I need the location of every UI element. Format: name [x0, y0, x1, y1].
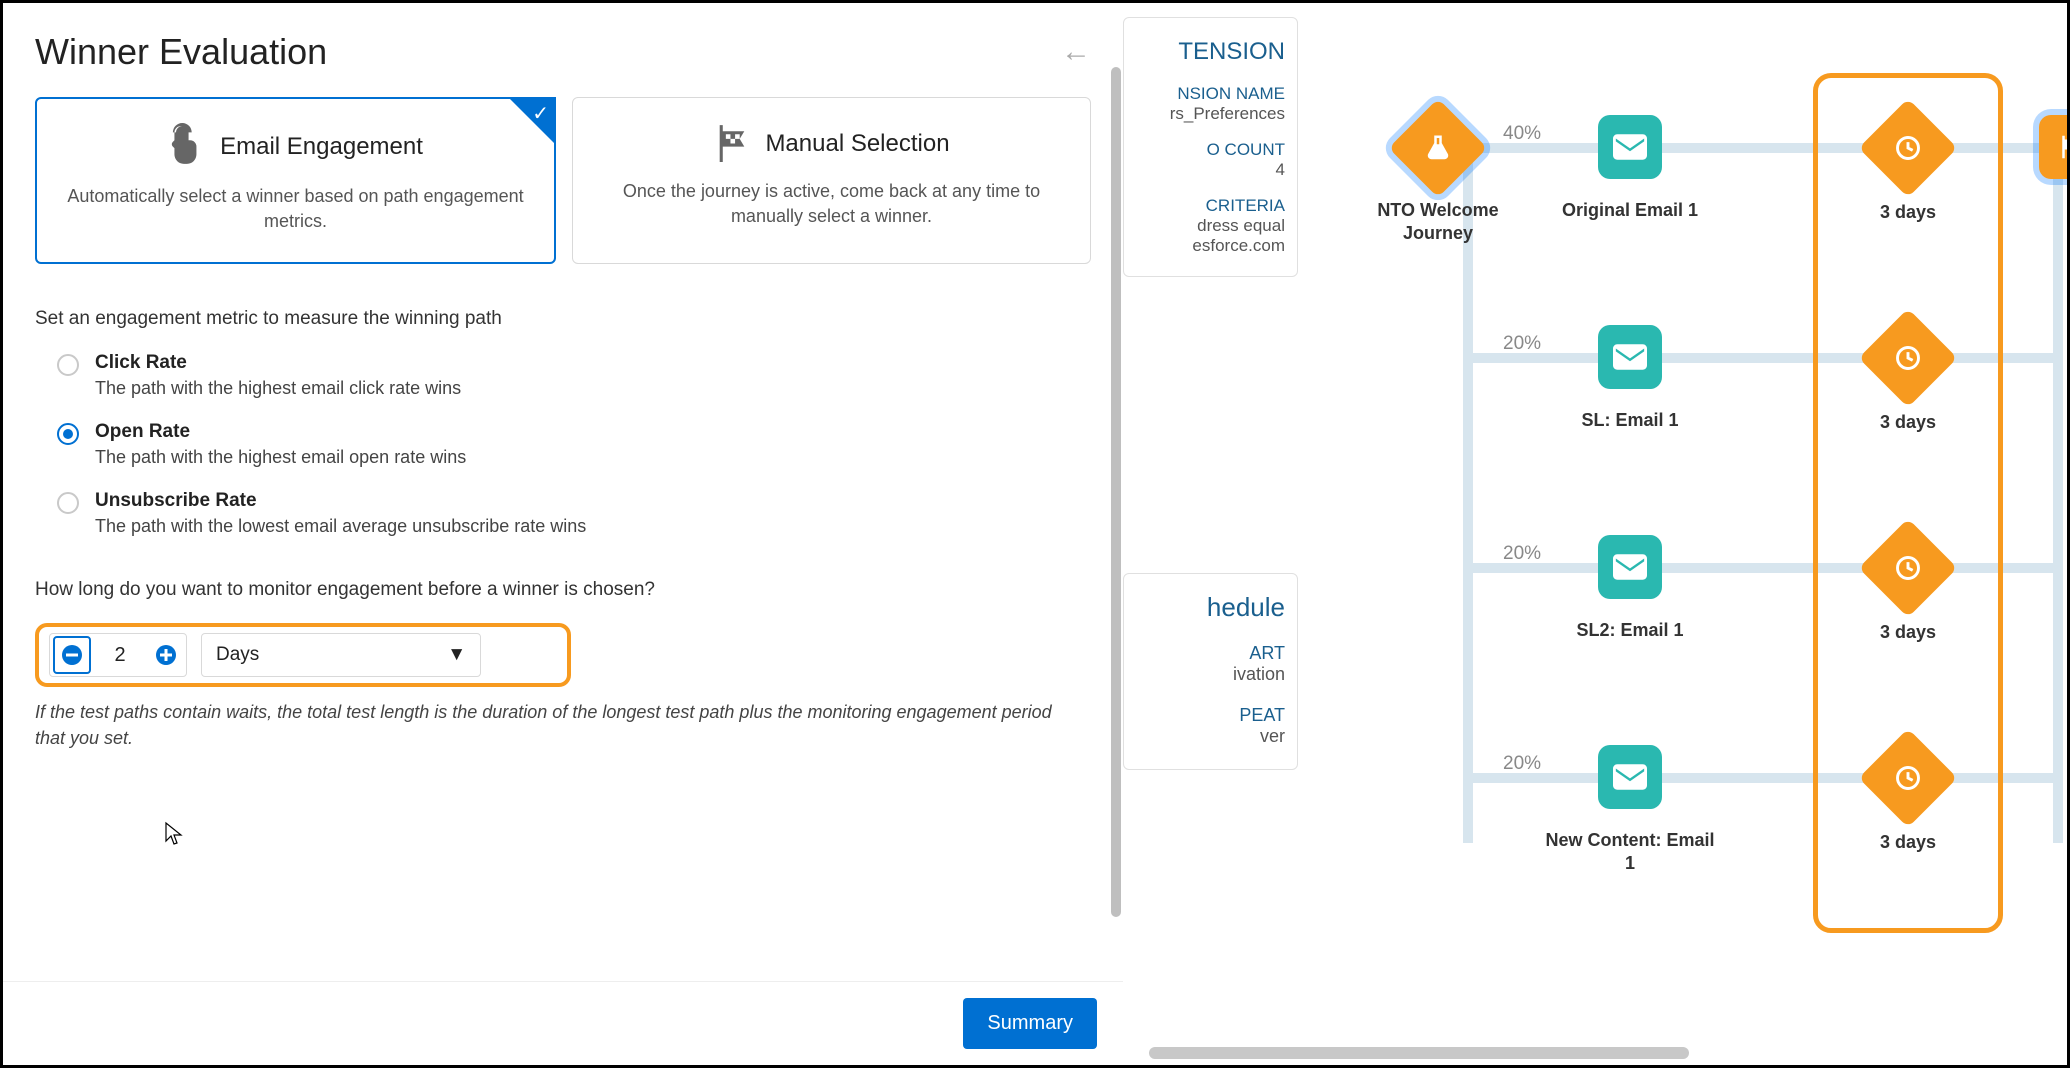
beaker-icon: [1423, 133, 1453, 163]
radio-desc: The path with the highest email click ra…: [95, 378, 461, 399]
duration-note: If the test paths contain waits, the tot…: [35, 699, 1075, 751]
clock-icon: [1894, 344, 1922, 372]
radio-icon: [57, 423, 79, 445]
option-desc: Once the journey is active, come back at…: [597, 179, 1066, 229]
journey-canvas[interactable]: TENSION NSION NAME rs_Preferences O COUN…: [1123, 3, 2067, 1065]
email-node[interactable]: [1598, 325, 1662, 389]
radio-icon: [57, 492, 79, 514]
node-label: 3 days: [1818, 621, 1998, 644]
clock-icon: [1894, 764, 1922, 792]
duration-stepper[interactable]: 2: [49, 633, 187, 677]
radio-open-rate[interactable]: Open Rate The path with the highest emai…: [57, 421, 1091, 468]
duration-section-label: How long do you want to monitor engageme…: [35, 579, 1091, 601]
tap-icon: [168, 123, 206, 170]
schedule-panel: hedule ART ivation PEAT ver: [1123, 573, 1298, 770]
increment-button[interactable]: [146, 634, 186, 676]
node-label: New Content: Email 1: [1540, 829, 1720, 874]
email-node[interactable]: [1598, 745, 1662, 809]
radio-desc: The path with the highest email open rat…: [95, 447, 466, 468]
panel-title: Winner Evaluation: [35, 31, 327, 73]
flag-icon: [713, 122, 751, 165]
node-label: 3 days: [1818, 831, 1998, 854]
option-title: Manual Selection: [765, 130, 949, 158]
radio-title: Unsubscribe Rate: [95, 490, 586, 512]
duration-controls-highlight: 2 Days ▼: [35, 623, 571, 687]
email-node[interactable]: [1598, 535, 1662, 599]
radio-title: Open Rate: [95, 421, 466, 443]
option-email-engagement[interactable]: ✓ Email Engagement Automatically select …: [35, 97, 556, 264]
duration-unit-select[interactable]: Days ▼: [201, 633, 481, 677]
node-label: NTO Welcome Journey: [1348, 199, 1528, 244]
node-label: 3 days: [1818, 411, 1998, 434]
decrement-button[interactable]: [53, 636, 91, 674]
option-manual-selection[interactable]: Manual Selection Once the journey is act…: [572, 97, 1091, 264]
duration-value: 2: [94, 644, 146, 667]
path-percent: 20%: [1503, 753, 1541, 775]
radio-click-rate[interactable]: Click Rate The path with the highest ema…: [57, 352, 1091, 399]
radio-icon: [57, 354, 79, 376]
metric-section-label: Set an engagement metric to measure the …: [35, 308, 1091, 330]
chevron-down-icon: ▼: [447, 644, 466, 666]
cursor-icon: [163, 821, 185, 853]
back-arrow-icon[interactable]: ←: [1061, 35, 1091, 69]
path-percent: 40%: [1503, 123, 1541, 145]
email-node[interactable]: [1598, 115, 1662, 179]
vertical-scrollbar[interactable]: [1111, 67, 1121, 917]
clock-icon: [1894, 554, 1922, 582]
option-title: Email Engagement: [220, 133, 423, 161]
select-value: Days: [216, 644, 259, 666]
data-extension-panel: TENSION NSION NAME rs_Preferences O COUN…: [1123, 17, 1298, 277]
goal-node[interactable]: [2039, 115, 2067, 179]
radio-desc: The path with the lowest email average u…: [95, 516, 586, 537]
option-desc: Automatically select a winner based on p…: [61, 184, 530, 234]
path-percent: 20%: [1503, 333, 1541, 355]
horizontal-scrollbar[interactable]: [1149, 1047, 1689, 1059]
check-icon: ✓: [532, 101, 549, 126]
winner-evaluation-panel: Winner Evaluation ← ✓ Email Engagement A…: [3, 3, 1123, 1065]
radio-unsubscribe-rate[interactable]: Unsubscribe Rate The path with the lowes…: [57, 490, 1091, 537]
radio-title: Click Rate: [95, 352, 461, 374]
summary-button[interactable]: Summary: [963, 998, 1097, 1049]
node-label: 3 days: [1818, 201, 1998, 224]
clock-icon: [1894, 134, 1922, 162]
path-percent: 20%: [1503, 543, 1541, 565]
node-label: SL2: Email 1: [1540, 619, 1720, 642]
node-label: SL: Email 1: [1540, 409, 1720, 432]
node-label: Original Email 1: [1540, 199, 1720, 222]
